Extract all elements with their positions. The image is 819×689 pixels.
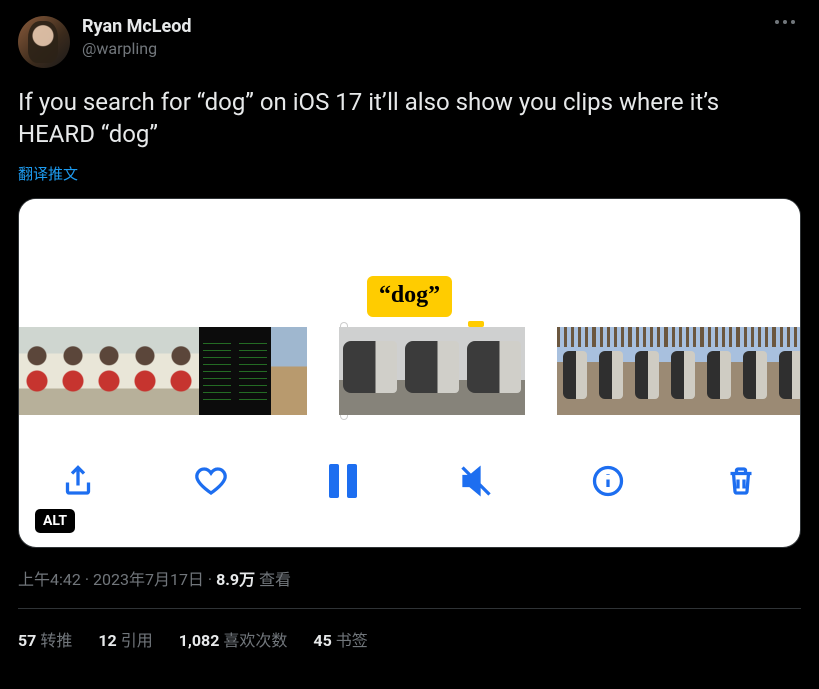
media-header: “dog” [19, 199, 800, 317]
clip-1[interactable] [19, 327, 307, 415]
stat-likes[interactable]: 1,082喜欢次数 [179, 627, 288, 651]
timeline-strip[interactable] [19, 317, 800, 415]
display-name[interactable]: Ryan McLeod [82, 16, 775, 37]
divider [18, 608, 801, 609]
stats-row: 57转推 12引用 1,082喜欢次数 45书签 [18, 627, 801, 651]
tweet-header: Ryan McLeod @warpling [18, 16, 801, 68]
user-handle[interactable]: @warpling [82, 39, 775, 58]
keyword-badge: “dog” [367, 276, 452, 317]
media-toolbar [19, 415, 800, 547]
view-count: 8.9万 [216, 570, 255, 589]
avatar[interactable] [18, 16, 70, 68]
mute-icon[interactable] [457, 462, 495, 500]
view-label: 查看 [255, 570, 291, 589]
stat-quotes[interactable]: 12引用 [98, 627, 152, 651]
translate-link[interactable]: 翻译推文 [18, 163, 801, 184]
media-card[interactable]: “dog” [18, 198, 801, 548]
stat-retweets[interactable]: 57转推 [18, 627, 72, 651]
tweet-container: Ryan McLeod @warpling If you search for … [0, 0, 819, 663]
tweet-time[interactable]: 上午4:42 [18, 570, 81, 589]
clip-3[interactable] [557, 327, 801, 415]
heart-icon[interactable] [192, 462, 230, 500]
alt-badge[interactable]: ALT [35, 509, 75, 533]
tweet-date[interactable]: 2023年7月17日 [93, 570, 204, 589]
tweet-text: If you search for “dog” on iOS 17 it’ll … [18, 86, 801, 151]
pause-icon[interactable] [324, 462, 362, 500]
trash-icon[interactable] [722, 462, 760, 500]
more-icon[interactable] [775, 16, 801, 24]
clip-2[interactable] [339, 327, 525, 415]
stat-bookmarks[interactable]: 45书签 [313, 627, 367, 651]
tweet-meta: 上午4:42 · 2023年7月17日 · 8.9万 查看 [18, 566, 801, 590]
share-icon[interactable] [59, 462, 97, 500]
user-block: Ryan McLeod @warpling [82, 16, 775, 58]
info-icon[interactable] [589, 462, 627, 500]
